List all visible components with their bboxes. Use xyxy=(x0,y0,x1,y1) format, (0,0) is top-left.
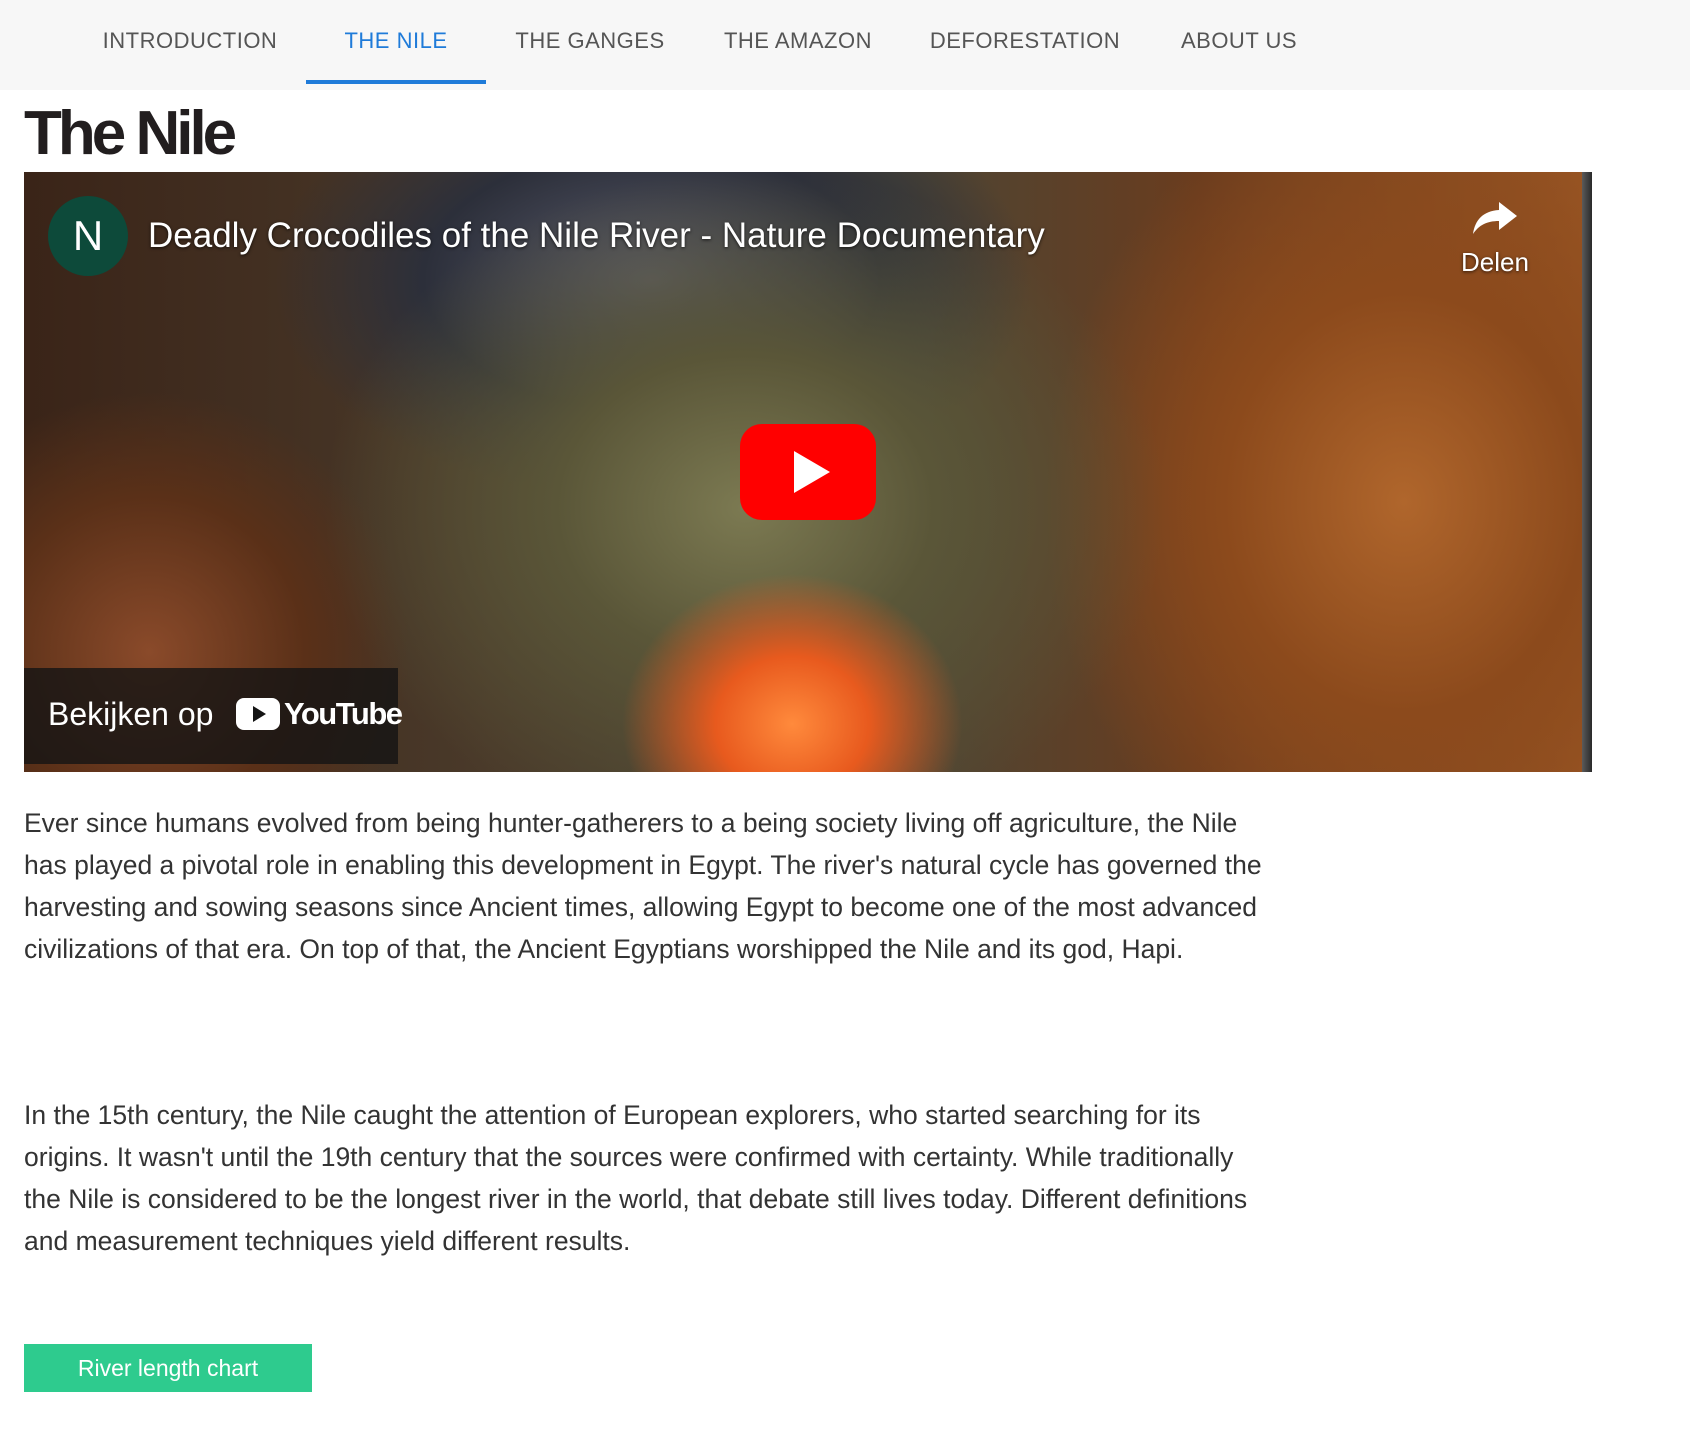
nav-about-us-label: ABOUT US xyxy=(1180,28,1298,53)
intro-paragraph: Ever since humans evolved from being hun… xyxy=(24,808,1262,964)
share-arrow-icon xyxy=(1473,202,1517,234)
watch-on-youtube-button[interactable]: Bekijken op YouTube xyxy=(24,668,403,764)
youtube-play-mark-icon xyxy=(236,698,280,730)
nav-about-us[interactable]: ABOUT US xyxy=(1170,0,1308,84)
play-icon xyxy=(740,424,876,520)
share-label: Delen xyxy=(1461,247,1529,277)
nav-the-amazon-label: THE AMAZON xyxy=(723,28,872,53)
watch-on-label: Bekijken op xyxy=(48,696,214,732)
nav-the-amazon[interactable]: THE AMAZON xyxy=(712,0,884,84)
share-button[interactable]: Delen xyxy=(1450,198,1540,288)
channel-avatar[interactable]: N xyxy=(48,196,128,276)
video-edge xyxy=(1582,172,1592,772)
river-length-chart-button[interactable]: River length chart xyxy=(24,1344,312,1392)
video-embed[interactable]: N Deadly Crocodiles of the Nile River - … xyxy=(24,172,1592,772)
play-button[interactable] xyxy=(740,424,876,520)
nav-deforestation-label: DEFORESTATION xyxy=(929,28,1121,53)
page-title: The Nile xyxy=(24,99,237,168)
top-navigation: INTRODUCTION THE NILE THE GANGES THE AMA… xyxy=(0,0,1690,90)
nav-the-ganges-label: THE GANGES xyxy=(515,28,665,53)
nav-deforestation[interactable]: DEFORESTATION xyxy=(920,0,1130,84)
nav-the-nile-label: THE NILE xyxy=(344,28,448,53)
history-paragraph: In the 15th century, the Nile caught the… xyxy=(24,1100,1248,1256)
nav-introduction[interactable]: INTRODUCTION xyxy=(86,0,294,84)
nav-the-ganges[interactable]: THE GANGES xyxy=(504,0,676,84)
youtube-logo-icon: YouTube xyxy=(236,696,403,734)
nav-the-nile[interactable]: THE NILE xyxy=(306,0,486,84)
active-tab-indicator xyxy=(306,80,486,84)
video-title[interactable]: Deadly Crocodiles of the Nile River - Na… xyxy=(148,216,1045,256)
nav-introduction-label: INTRODUCTION xyxy=(102,28,278,53)
youtube-wordmark: YouTube xyxy=(284,696,403,731)
